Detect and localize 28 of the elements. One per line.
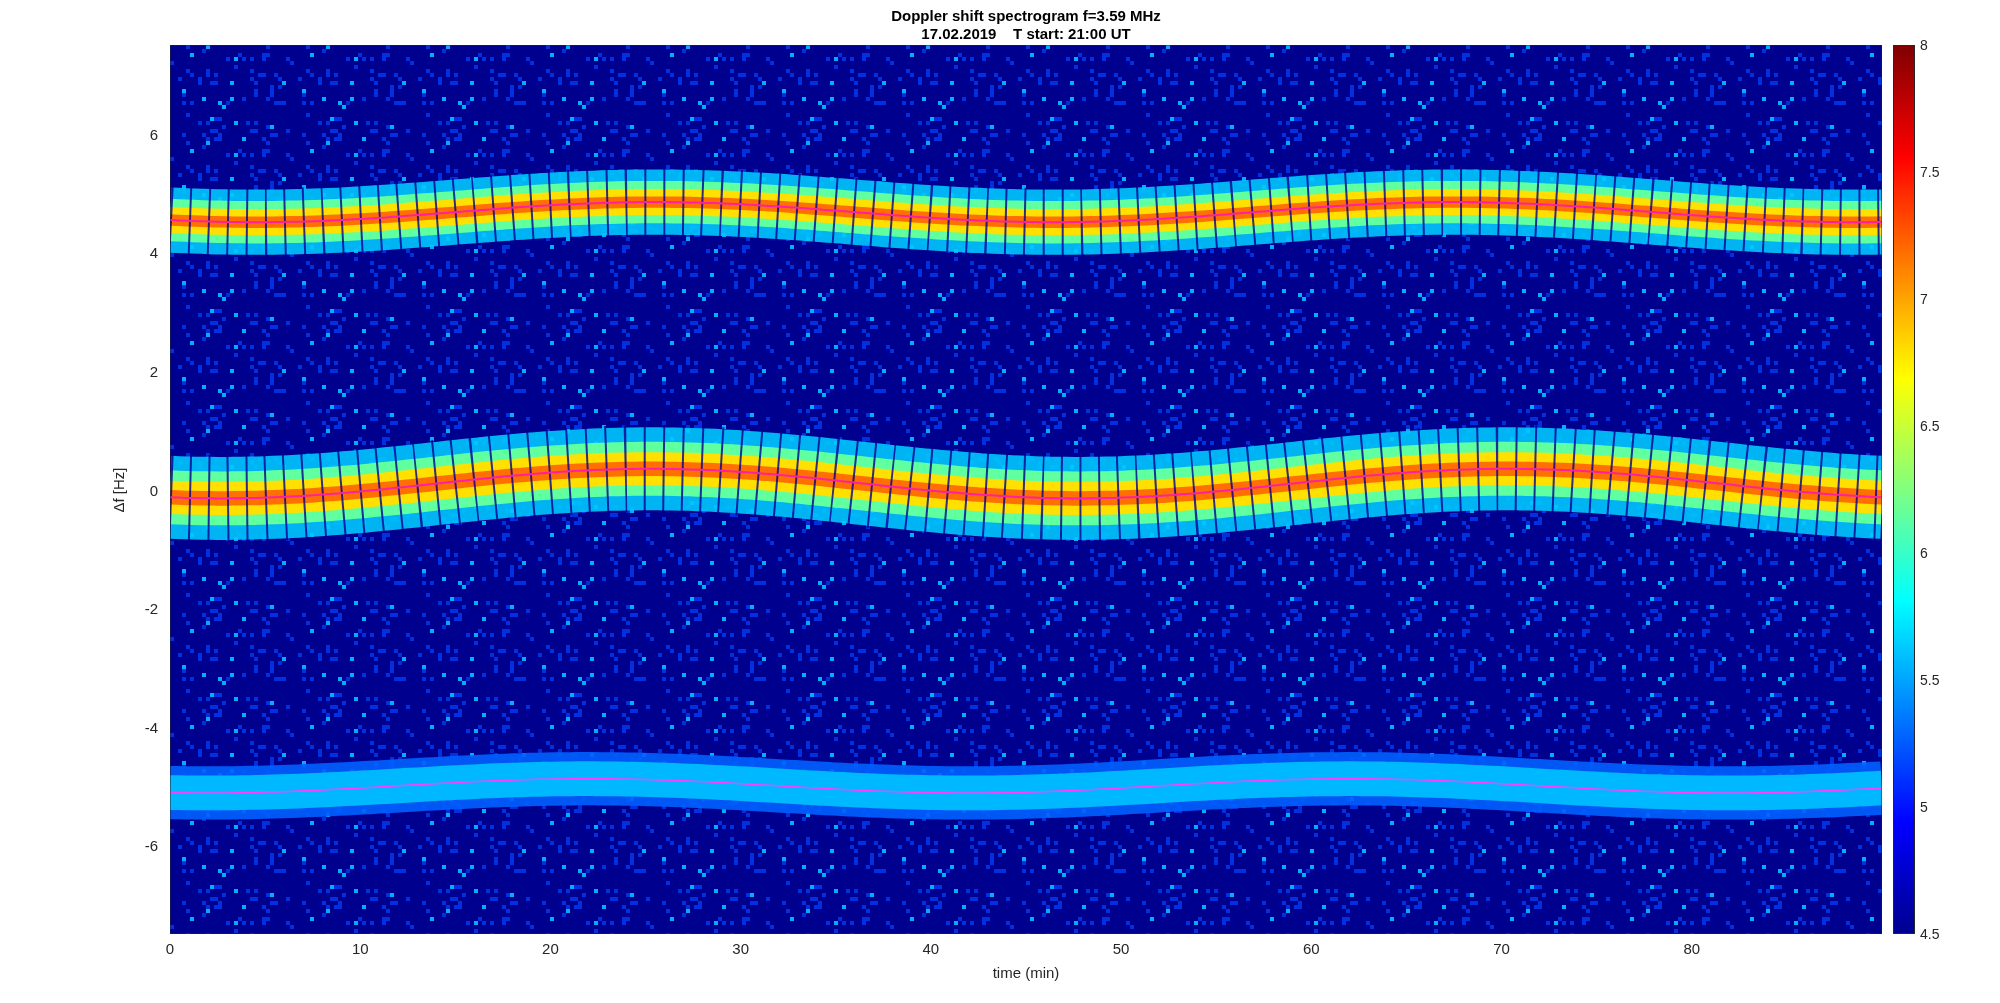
x-tick-label: 20 — [542, 940, 559, 957]
colorbar-tick-label: 5 — [1920, 799, 1928, 815]
y-tick-label: -2 — [144, 599, 158, 617]
colorbar-tick-label: 7.5 — [1920, 164, 1940, 180]
x-tick-label: 40 — [922, 940, 940, 957]
x-tick-label: 50 — [1112, 940, 1130, 957]
x-tick-label: 0 — [165, 940, 175, 957]
x-tick-label: 70 — [1493, 940, 1510, 957]
x-axis-label: time (min) — [992, 964, 1060, 981]
y-tick-label: -4 — [144, 718, 158, 736]
colorbar-tick-label: 5.5 — [1920, 672, 1940, 688]
y-tick-label: 4 — [149, 243, 158, 261]
chart-subtitle: 17.02.2019 T start: 21:00 UT — [921, 25, 1131, 43]
y-axis-label: Δf [Hz] — [109, 467, 127, 512]
x-tick-label: 10 — [351, 940, 369, 957]
x-tick-label: 80 — [1683, 940, 1701, 957]
colorbar-tick-label: 8 — [1920, 37, 1928, 53]
colorbar-tick-label: 4.5 — [1920, 926, 1940, 942]
x-tick-label: 30 — [732, 940, 749, 957]
y-tick-label: 2 — [149, 362, 158, 380]
chart-title: Doppler shift spectrogram f=3.59 MHz — [891, 7, 1161, 25]
colorbar-tick-label: 6.5 — [1920, 418, 1940, 434]
y-tick-label: 6 — [149, 125, 158, 143]
x-tick-label: 60 — [1303, 940, 1320, 957]
colorbar-tick-label: 7 — [1920, 291, 1928, 307]
y-tick-label: -6 — [144, 836, 158, 854]
colorbar-tick-label: 6 — [1920, 545, 1928, 561]
y-tick-label: 0 — [149, 481, 158, 498]
